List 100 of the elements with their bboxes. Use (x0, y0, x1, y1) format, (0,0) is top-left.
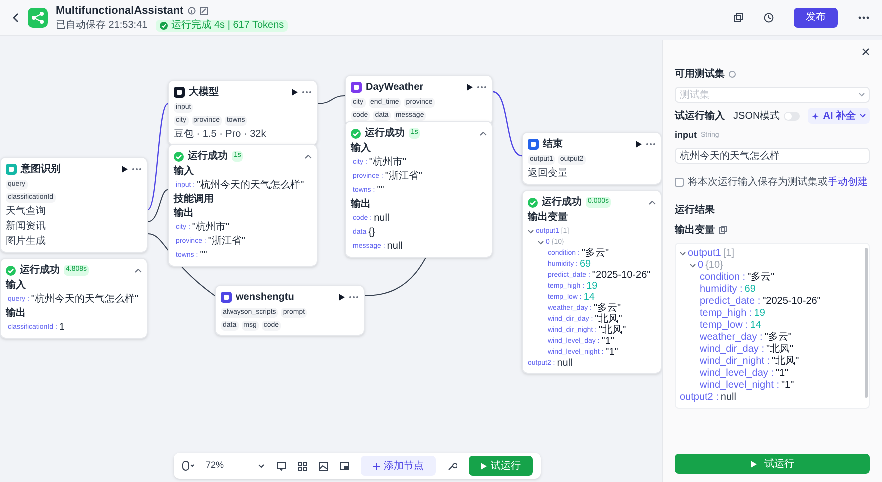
tree-key: weather_day : (700, 332, 763, 344)
more-icon[interactable] (349, 296, 359, 299)
input-field[interactable]: 杭州今天的天气怎么样 (675, 148, 870, 164)
run-status-badge: 运行完成 4s | 617 Tokens (156, 20, 288, 32)
run-status: 运行成功 (20, 264, 60, 278)
field-value: "杭州今天的天气怎么样" (197, 180, 304, 192)
node-title: 大模型 (189, 86, 219, 100)
connector-line (492, 91, 522, 157)
collapse-icon[interactable] (528, 230, 534, 234)
app-logo-icon (28, 8, 48, 28)
tree-value: "北风" (772, 356, 800, 368)
field-value: "" (377, 185, 384, 197)
tree-key: wind_dir_day : (700, 344, 764, 356)
section-heading: 输出 (6, 308, 27, 320)
chevron-down-icon (860, 114, 866, 118)
node-detail: 返回变量 (528, 168, 569, 180)
tree-value: "北风" (595, 314, 622, 325)
tree-value: "1" (776, 368, 789, 380)
image-icon[interactable] (319, 462, 328, 470)
collapse-icon[interactable] (135, 268, 142, 272)
tree-value: "多云" (748, 272, 775, 284)
field-value: "" (200, 250, 208, 262)
more-icon[interactable] (646, 143, 656, 146)
grid-icon[interactable] (298, 462, 307, 470)
publish-button[interactable]: 发布 (794, 8, 838, 28)
more-icon[interactable] (858, 16, 870, 20)
play-icon[interactable] (467, 84, 473, 91)
play-icon[interactable] (292, 89, 298, 96)
node-detail: 豆包 · 1.5 · Pro · 32k (174, 129, 268, 141)
section-heading: 试运行输入 (675, 110, 725, 124)
tree-key: temp_low : (700, 320, 748, 332)
node-detail: 天气查询 (6, 206, 47, 218)
chevron-down-icon (859, 93, 865, 97)
section-heading: 技能调用 (174, 194, 215, 206)
sparkle-icon (812, 112, 820, 120)
minimap-icon[interactable] (340, 462, 349, 470)
tree-value: "2025-10-26" (592, 270, 651, 281)
connector-line (318, 96, 346, 104)
autosave-time: 已自动保存 21:53:41 (56, 21, 148, 32)
field-value: "杭州市" (192, 222, 230, 234)
more-icon[interactable] (132, 168, 142, 171)
ai-complete-button[interactable]: AI 补全 (808, 108, 870, 124)
more-icon[interactable] (302, 91, 312, 94)
collapse-icon[interactable] (690, 264, 696, 268)
back-icon[interactable] (12, 12, 20, 22)
tree-key: wind_dir_night : (700, 356, 770, 368)
tree-key: wind_level_day : (700, 368, 774, 380)
comment-icon[interactable] (277, 462, 286, 470)
edit-icon[interactable] (200, 7, 208, 15)
zoom-select[interactable]: 72% (206, 459, 246, 473)
node-title: wenshengtu (236, 291, 294, 305)
collapse-icon[interactable] (538, 240, 544, 244)
more-icon[interactable] (477, 86, 487, 89)
testset-label: 可用测试集 (675, 68, 725, 82)
play-icon[interactable] (636, 141, 642, 148)
json-mode-toggle[interactable] (784, 112, 800, 120)
run-status: 运行成功 (365, 126, 405, 141)
mouse-icon[interactable] (182, 461, 194, 471)
save-checkbox[interactable] (675, 178, 684, 186)
success-icon (6, 266, 16, 276)
success-icon (351, 128, 361, 138)
check-icon (160, 22, 168, 30)
section-heading: 输出 (351, 199, 372, 211)
tree-value: "1" (782, 380, 794, 392)
tree-value: "1" (602, 336, 614, 347)
field-value: 1 (59, 322, 65, 334)
play-icon (750, 460, 756, 468)
tree-value: null (720, 392, 736, 404)
tree-value: "1" (606, 347, 618, 358)
node-title: 结束 (543, 138, 563, 152)
section-heading: 输入 (6, 280, 27, 292)
chevron-down-icon[interactable] (258, 464, 265, 468)
section-heading: 输入 (351, 143, 372, 155)
tree-type: {10} (706, 260, 724, 272)
run-status: 运行成功 (542, 196, 582, 210)
close-icon[interactable] (862, 48, 870, 56)
tree-key: predict_date : (700, 296, 761, 308)
run-status: 运行成功 (188, 150, 228, 164)
history-icon[interactable] (764, 12, 774, 22)
collapse-icon[interactable] (305, 154, 312, 158)
add-node-button[interactable]: 添加节点 (361, 456, 436, 476)
info-icon[interactable] (188, 7, 196, 15)
collapse-icon[interactable] (680, 252, 686, 256)
collapse-icon[interactable] (649, 200, 656, 204)
collapse-icon[interactable] (480, 132, 487, 136)
copy-icon[interactable] (734, 12, 744, 22)
tree-key: temp_high : (700, 308, 752, 320)
node-title: DayWeather (366, 81, 424, 95)
node-detail: 新闻资讯 (6, 221, 47, 233)
create-manually-link[interactable]: 手动创建 (828, 176, 868, 188)
copy-icon[interactable] (719, 226, 727, 234)
play-icon[interactable] (122, 166, 128, 173)
tree-value: "多云" (582, 248, 610, 259)
section-heading: 输入 (174, 166, 195, 178)
tree-value: "多云" (764, 332, 792, 344)
tree-key: 0 (698, 260, 704, 272)
tree-key: output1 (688, 248, 722, 260)
field-value: "浙江省" (385, 171, 422, 183)
play-icon[interactable] (339, 294, 345, 301)
app-title: MultifunctionalAssistant (56, 4, 184, 19)
